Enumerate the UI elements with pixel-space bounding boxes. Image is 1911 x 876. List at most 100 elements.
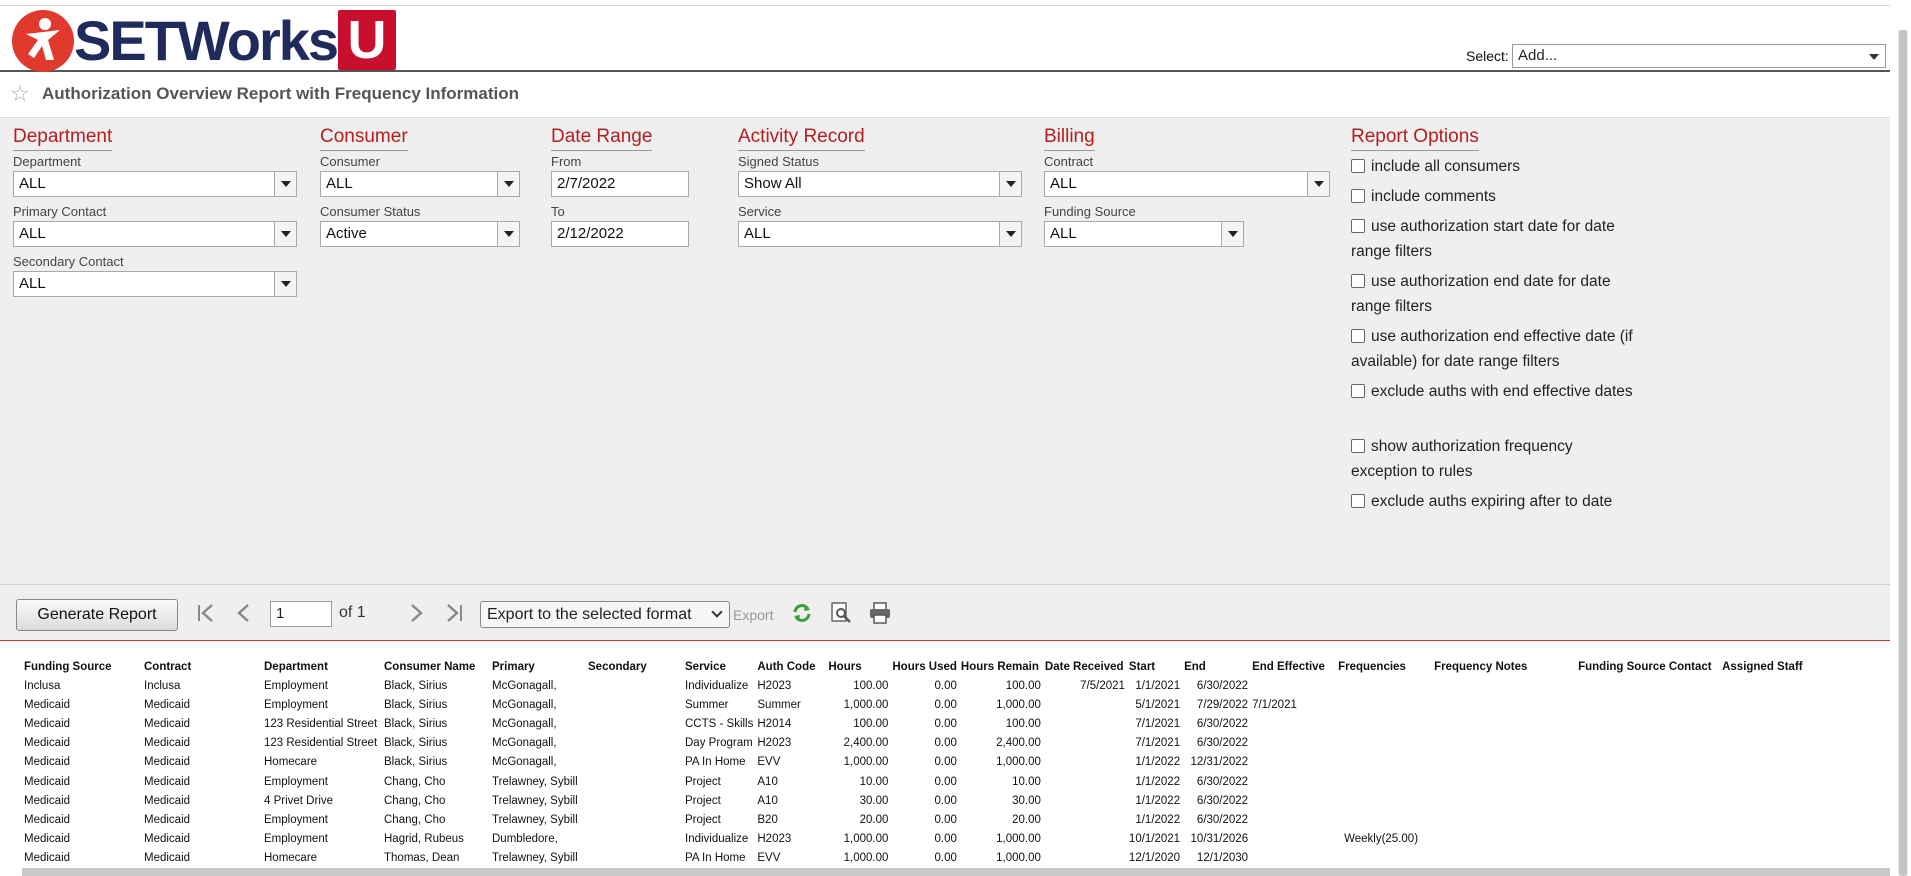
option-use-auth-end-date[interactable]: use authorization end date for date rang… [1351, 269, 1641, 319]
consumer-status-select[interactable]: Active [320, 221, 520, 247]
consumer-select[interactable]: ALL [320, 171, 520, 197]
department-select[interactable]: ALL [13, 171, 297, 197]
checkbox[interactable] [1351, 189, 1365, 203]
column-header: End [1184, 660, 1206, 673]
dropdown-arrow-icon[interactable] [274, 172, 296, 196]
option-include-all-consumers[interactable]: include all consumers [1351, 154, 1641, 179]
table-cell [1432, 714, 1576, 733]
print-preview-icon[interactable] [829, 601, 853, 625]
secondary-contact-select[interactable]: ALL [13, 271, 297, 297]
table-cell: 10.00 [859, 775, 889, 788]
refresh-icon[interactable] [790, 601, 814, 625]
table-row: Medicaid Medicaid Employment Black, Sirius M… [22, 695, 1820, 714]
print-icon[interactable] [868, 601, 892, 625]
option-use-auth-start-date[interactable]: use authorization start date for date ra… [1351, 214, 1641, 264]
checkbox[interactable] [1351, 219, 1365, 233]
table-cell [1336, 714, 1432, 733]
column-header: Service [685, 660, 726, 673]
table-cell [1720, 830, 1820, 849]
horizontal-scrollbar[interactable] [22, 868, 1890, 876]
logo-figure-icon [12, 10, 74, 72]
export-format-select[interactable]: Export to the selected format [480, 601, 730, 628]
table-cell: 30.00 [1012, 794, 1041, 807]
option-exclude-expiring[interactable]: exclude auths expiring after to date [1351, 489, 1641, 514]
table-cell: Medicaid [144, 717, 191, 730]
column-header: Funding Source Contact [1578, 660, 1712, 673]
checkbox[interactable] [1351, 439, 1365, 453]
page-number-input[interactable]: 1 [270, 601, 332, 627]
table-cell: 10.00 [1012, 775, 1041, 788]
to-date-input[interactable]: 2/12/2022 [551, 221, 689, 247]
table-cell: McGonagall, [492, 698, 557, 711]
dropdown-arrow-icon[interactable] [274, 272, 296, 296]
next-page-icon[interactable] [406, 603, 426, 623]
header: SETWorks U Select: Add... [0, 6, 1890, 72]
last-page-icon[interactable] [444, 603, 464, 623]
billing-heading: Billing [1044, 126, 1095, 151]
dropdown-arrow-icon[interactable] [274, 222, 296, 246]
dropdown-arrow-icon[interactable] [497, 172, 519, 196]
table-cell [1336, 734, 1432, 753]
option-use-auth-end-effective-date[interactable]: use authorization end effective date (if… [1351, 324, 1641, 374]
add-select[interactable]: Add... [1512, 44, 1886, 68]
service-select[interactable]: ALL [738, 221, 1022, 247]
table-cell: 0.00 [934, 756, 957, 769]
signed-status-select[interactable]: Show All [738, 171, 1022, 197]
dropdown-arrow-icon[interactable] [999, 222, 1021, 246]
service-label: Service [738, 204, 782, 219]
option-label: use authorization end effective date (if… [1351, 328, 1633, 370]
table-cell: Medicaid [144, 737, 191, 750]
export-link[interactable]: Export [733, 607, 773, 623]
table-cell [1336, 772, 1432, 791]
table-cell [1043, 695, 1127, 714]
table-cell [1336, 676, 1432, 695]
checkbox[interactable] [1351, 274, 1365, 288]
table-cell: 1,000.00 [996, 756, 1041, 769]
dropdown-arrow-icon[interactable] [999, 172, 1021, 196]
table-cell: Medicaid [144, 775, 191, 788]
checkbox[interactable] [1351, 494, 1365, 508]
from-date-input[interactable]: 2/7/2022 [551, 171, 689, 197]
table-cell: 0.00 [934, 852, 957, 865]
table-cell: 5/1/2021 [1135, 698, 1181, 711]
dropdown-arrow-icon[interactable] [1307, 172, 1329, 196]
table-cell: Day Program [685, 737, 753, 750]
table-cell: EVV [757, 756, 781, 769]
table-cell: 4 Privet Drive [264, 794, 334, 807]
generate-report-button[interactable]: Generate Report [16, 599, 178, 631]
table-cell: H2023 [757, 679, 792, 692]
star-icon[interactable]: ☆ [10, 82, 30, 106]
table-cell [1576, 714, 1720, 733]
dropdown-arrow-icon[interactable] [497, 222, 519, 246]
table-cell: 0.00 [934, 737, 957, 750]
vertical-scrollbar-thumb[interactable] [1899, 30, 1907, 876]
option-show-frequency-exception[interactable]: show authorization frequency exception t… [1351, 434, 1641, 484]
column-header: Date Received [1044, 660, 1124, 673]
prev-page-icon[interactable] [234, 603, 254, 623]
checkbox[interactable] [1351, 329, 1365, 343]
primary-contact-select[interactable]: ALL [13, 221, 297, 247]
table-cell: Inclusa [144, 679, 181, 692]
table-cell: Chang, Cho [384, 775, 446, 788]
table-cell: 1/1/2022 [1135, 813, 1181, 826]
table-cell: Black, Sirius [384, 717, 448, 730]
option-exclude-end-effective[interactable]: exclude auths with end effective dates [1351, 379, 1641, 404]
table-cell: 30.00 [859, 794, 889, 807]
contract-select[interactable]: ALL [1044, 171, 1330, 197]
setworks-logo[interactable]: SETWorks U [12, 9, 396, 72]
first-page-icon[interactable] [196, 603, 216, 623]
dropdown-arrow-icon[interactable] [1221, 222, 1243, 246]
checkbox[interactable] [1351, 384, 1365, 398]
checkbox[interactable] [1351, 159, 1365, 173]
table-cell [1576, 734, 1720, 753]
option-include-comments[interactable]: include comments [1351, 184, 1641, 209]
table-cell [586, 714, 683, 733]
table-cell: Chang, Cho [384, 813, 446, 826]
table-cell: Black, Sirius [384, 756, 448, 769]
table-cell: Homecare [264, 756, 318, 769]
table-cell: Medicaid [144, 698, 191, 711]
column-header: Hours Used [892, 660, 957, 673]
consumer-value: ALL [326, 175, 353, 192]
table-cell: Medicaid [144, 794, 191, 807]
funding-source-select[interactable]: ALL [1044, 221, 1244, 247]
